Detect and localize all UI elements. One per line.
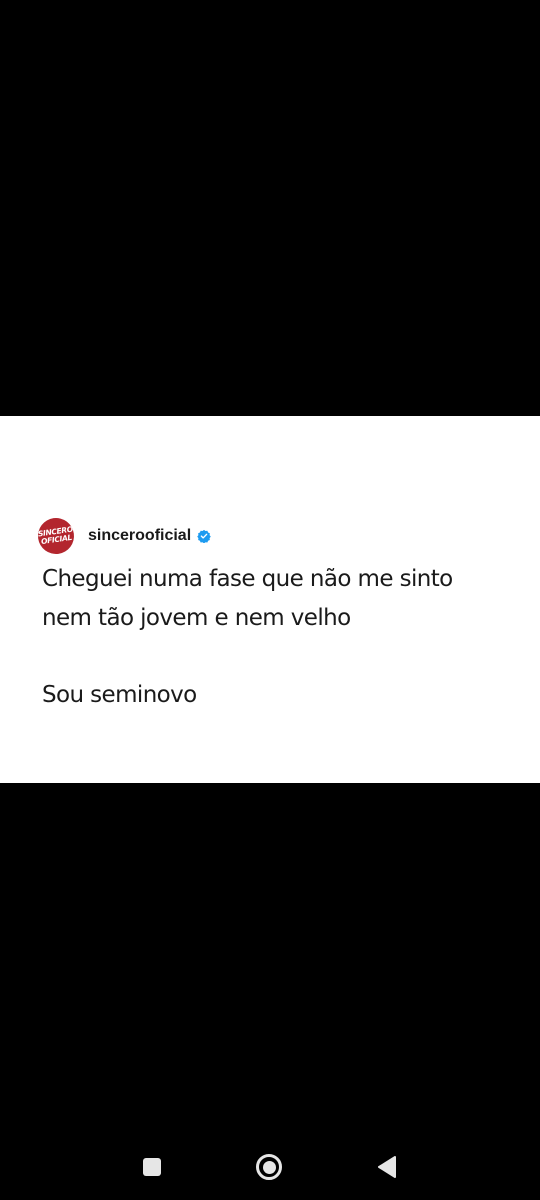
username[interactable]: sincerooficial <box>88 527 191 545</box>
post-card: SINCERO OFICIAL sincerooficial Cheguei n… <box>0 416 540 783</box>
verified-badge-icon <box>197 529 211 543</box>
post-text-line-1: Cheguei numa fase que não me sinto <box>42 566 453 592</box>
home-button[interactable] <box>254 1152 284 1182</box>
triangle-back-icon <box>378 1156 396 1178</box>
square-icon <box>143 1158 161 1176</box>
system-nav-bar <box>0 1130 540 1200</box>
post-punchline: Sou seminovo <box>42 682 197 708</box>
post-text: Cheguei numa fase que não me sinto nem t… <box>42 560 512 715</box>
recent-apps-button[interactable] <box>137 1152 167 1182</box>
avatar[interactable]: SINCERO OFICIAL <box>35 515 77 557</box>
screen: SINCERO OFICIAL sincerooficial Cheguei n… <box>0 0 540 1200</box>
circle-home-icon <box>256 1154 282 1180</box>
avatar-line2: OFICIAL <box>40 532 73 547</box>
back-button[interactable] <box>372 1152 402 1182</box>
post-header: SINCERO OFICIAL sincerooficial <box>35 515 211 557</box>
post-text-line-2: nem tão jovem e nem velho <box>42 605 351 631</box>
home-dot <box>262 1160 276 1174</box>
